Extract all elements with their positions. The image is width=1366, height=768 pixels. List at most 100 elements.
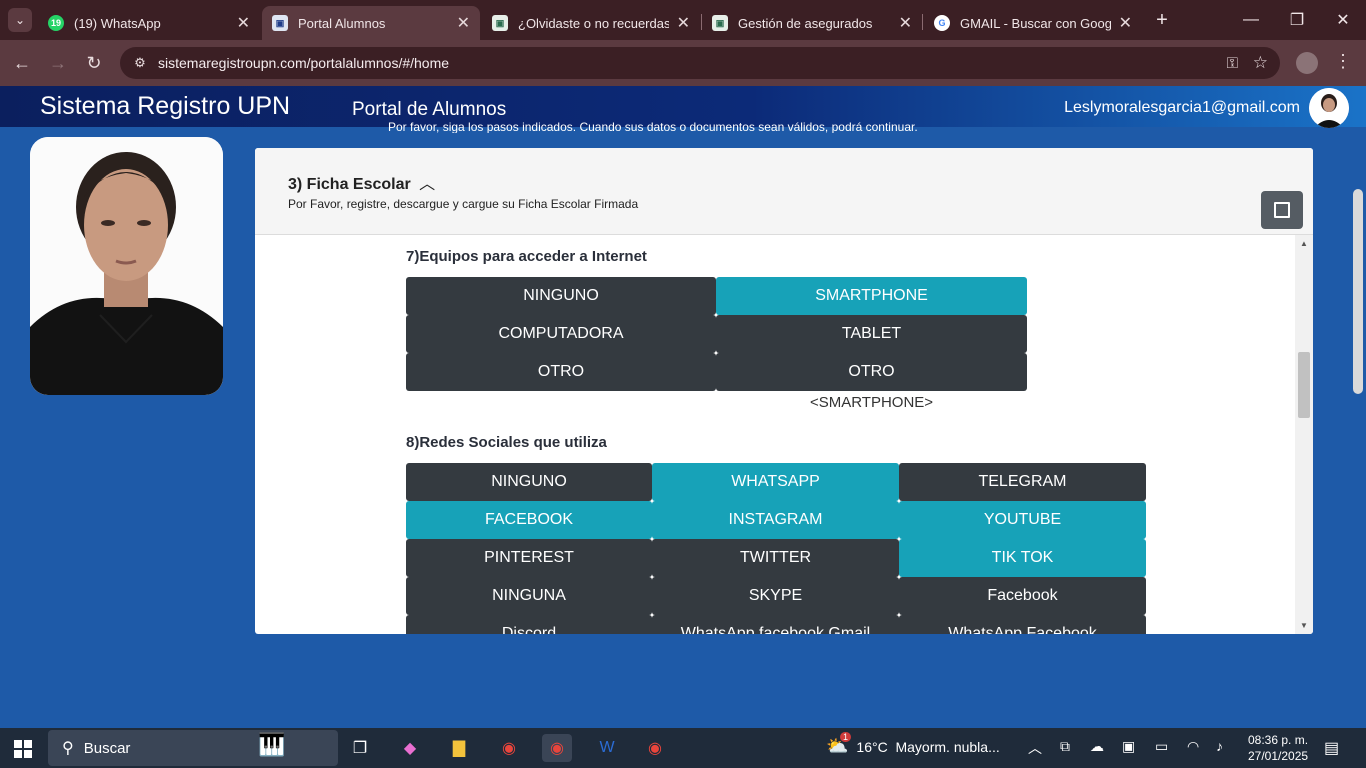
tray-app-icon[interactable]: ▣ — [1122, 738, 1135, 755]
q8-option-discord[interactable]: Discord — [406, 615, 652, 634]
square-icon — [1274, 202, 1290, 218]
q7-option-otro[interactable]: OTRO — [406, 353, 716, 391]
panel-header: 3) Ficha Escolar ︿ Por Favor, registre, … — [255, 148, 1313, 235]
restore-button[interactable]: ❐ — [1274, 6, 1320, 34]
q7-option-otro-2[interactable]: OTRO — [716, 353, 1027, 391]
browser-menu-icon[interactable]: ⋮ — [1334, 51, 1352, 72]
tab-separator — [922, 14, 923, 30]
q7-option-ninguno[interactable]: NINGUNO — [406, 277, 716, 315]
scroll-up-icon[interactable]: ▲ — [1300, 239, 1308, 248]
tab-olvidaste[interactable]: ▣ ¿Olvidaste o no recuerdas tu ✕ — [482, 6, 700, 40]
address-bar[interactable]: ⚙ sistemaregistroupn.com/portalalumnos/#… — [120, 47, 1280, 79]
forward-button[interactable]: → — [46, 51, 70, 75]
close-tab-icon[interactable]: ✕ — [1119, 13, 1132, 33]
student-photo-image — [30, 137, 223, 395]
copilot-icon[interactable]: ◆ — [395, 734, 425, 762]
app-subtitle: Portal de Alumnos — [352, 99, 507, 120]
tab-gestion-asegurados[interactable]: ▣ Gestión de asegurados ✕ — [702, 6, 922, 40]
site-info-icon[interactable]: ⚙ — [128, 55, 152, 71]
student-photo — [30, 137, 223, 395]
clock-date: 27/01/2025 — [1248, 749, 1309, 763]
minimize-button[interactable]: — — [1228, 6, 1274, 34]
q8-option-twitter[interactable]: TWITTER — [652, 539, 899, 577]
file-explorer-icon[interactable]: ▇ — [444, 734, 474, 762]
tab-title: Portal Alumnos — [298, 15, 386, 31]
new-tab-button[interactable]: + — [1150, 8, 1174, 32]
portal-favicon-icon: ▣ — [272, 15, 288, 31]
battery-icon[interactable]: ▭ — [1155, 738, 1168, 755]
q8-option-tiktok[interactable]: TIK TOK — [899, 539, 1146, 577]
q8-option-whatsapp-facebook[interactable]: WhatsApp Facebook — [899, 615, 1146, 634]
plus-icon: + — [1156, 8, 1168, 31]
panel-scrollbar[interactable]: ▲ ▼ — [1295, 235, 1313, 634]
chevron-up-tray-icon[interactable]: ︿ — [1028, 738, 1042, 758]
bookmark-star-icon[interactable]: ☆ — [1253, 53, 1268, 73]
profile-avatar[interactable] — [1296, 52, 1318, 74]
chrome-profile-2-icon[interactable]: ◉ — [640, 734, 670, 762]
page-scrollbar[interactable] — [1350, 127, 1366, 728]
q7-option-smartphone[interactable]: SMARTPHONE — [716, 277, 1027, 315]
tab-portal-alumnos[interactable]: ▣ Portal Alumnos ✕ — [262, 6, 480, 40]
q7-option-computadora[interactable]: COMPUTADORA — [406, 315, 716, 353]
onedrive-icon[interactable]: ☁ — [1090, 738, 1104, 755]
notifications-icon[interactable]: ▤ — [1324, 738, 1339, 758]
tab-search-button[interactable]: ⌄ — [8, 8, 32, 32]
app-title: Sistema Registro UPN — [40, 92, 291, 120]
taskbar-search-text: Buscar — [83, 739, 131, 757]
section-description: Por Favor, registre, descargue y cargue … — [288, 197, 639, 211]
page-scroll-thumb[interactable] — [1353, 189, 1363, 394]
piano-decoration-icon: 🎹 — [258, 732, 286, 757]
whatsapp-icon: 19 — [48, 15, 64, 31]
user-avatar-image — [1309, 88, 1349, 128]
q8-option-telegram[interactable]: TELEGRAM — [899, 463, 1146, 501]
close-tab-icon[interactable]: ✕ — [899, 13, 912, 33]
chevron-up-icon[interactable]: ︿ — [419, 176, 435, 193]
q8-option-skype[interactable]: SKYPE — [652, 577, 899, 615]
q8-option-whatsapp-facebook-gmail[interactable]: WhatsApp facebook Gmail — [652, 615, 899, 634]
q8-option-youtube[interactable]: YOUTUBE — [899, 501, 1146, 539]
q8-option-facebook[interactable]: FACEBOOK — [406, 501, 652, 539]
task-view-icon[interactable]: ❐ — [345, 734, 375, 762]
search-icon: ⚲ — [62, 740, 74, 757]
q8-option-instagram[interactable]: INSTAGRAM — [652, 501, 899, 539]
volume-icon[interactable]: ♪ — [1216, 738, 1223, 754]
tab-gmail-google[interactable]: G GMAIL - Buscar con Google ✕ — [924, 6, 1142, 40]
arrow-right-icon: → — [49, 52, 67, 73]
key-icon[interactable]: ⚿ — [1227, 55, 1238, 72]
weather-widget[interactable]: ⛅ 1 16°C Mayorm. nubla... — [826, 732, 1000, 757]
close-window-button[interactable]: ✕ — [1320, 6, 1366, 34]
close-icon: ✕ — [1336, 12, 1350, 29]
windows-start-icon[interactable] — [14, 740, 32, 758]
expand-button[interactable] — [1261, 191, 1303, 229]
meet-icon[interactable]: ⧉ — [1060, 738, 1070, 755]
tab-title: (19) WhatsApp — [74, 15, 161, 31]
back-button[interactable]: ← — [10, 51, 34, 75]
wifi-icon[interactable]: ◠ — [1187, 738, 1199, 755]
q8-option-ninguna[interactable]: NINGUNA — [406, 577, 652, 615]
q8-option-facebook-2[interactable]: Facebook — [899, 577, 1146, 615]
chrome-profile-icon[interactable]: ◉ — [542, 734, 572, 762]
scroll-down-icon[interactable]: ▼ — [1300, 621, 1308, 630]
q8-option-ninguno[interactable]: NINGUNO — [406, 463, 652, 501]
clock[interactable]: 08:36 p. m. 27/01/2025 — [1248, 732, 1308, 764]
tab-whatsapp[interactable]: 19 (19) WhatsApp ✕ — [38, 6, 260, 40]
user-email: Leslymoralesgarcia1@gmail.com — [1064, 99, 1300, 116]
reload-button[interactable]: ↻ — [82, 51, 106, 75]
close-tab-icon[interactable]: ✕ — [457, 13, 470, 33]
close-tab-icon[interactable]: ✕ — [677, 13, 690, 33]
section-title[interactable]: 3) Ficha Escolar ︿ — [288, 170, 435, 194]
url-text[interactable]: sistemaregistroupn.com/portalalumnos/#/h… — [158, 55, 449, 71]
chevron-down-icon: ⌄ — [14, 13, 26, 27]
user-avatar[interactable] — [1309, 88, 1349, 128]
minimize-icon: — — [1243, 11, 1259, 28]
word-icon[interactable]: W — [592, 734, 622, 762]
close-tab-icon[interactable]: ✕ — [237, 13, 250, 33]
q8-option-whatsapp[interactable]: WHATSAPP — [652, 463, 899, 501]
chrome-icon[interactable]: ◉ — [494, 734, 524, 762]
taskbar-search[interactable]: ⚲ Buscar 🎹 — [48, 730, 338, 766]
q7-option-tablet[interactable]: TABLET — [716, 315, 1027, 353]
windows-taskbar: ⚲ Buscar 🎹 ❐ ◆ ▇ ◉ ◉ W ◉ ⛅ 1 16°C Mayorm… — [0, 728, 1366, 768]
panel-scroll-thumb[interactable] — [1298, 352, 1310, 418]
google-icon: G — [934, 15, 950, 31]
q8-option-pinterest[interactable]: PINTEREST — [406, 539, 652, 577]
